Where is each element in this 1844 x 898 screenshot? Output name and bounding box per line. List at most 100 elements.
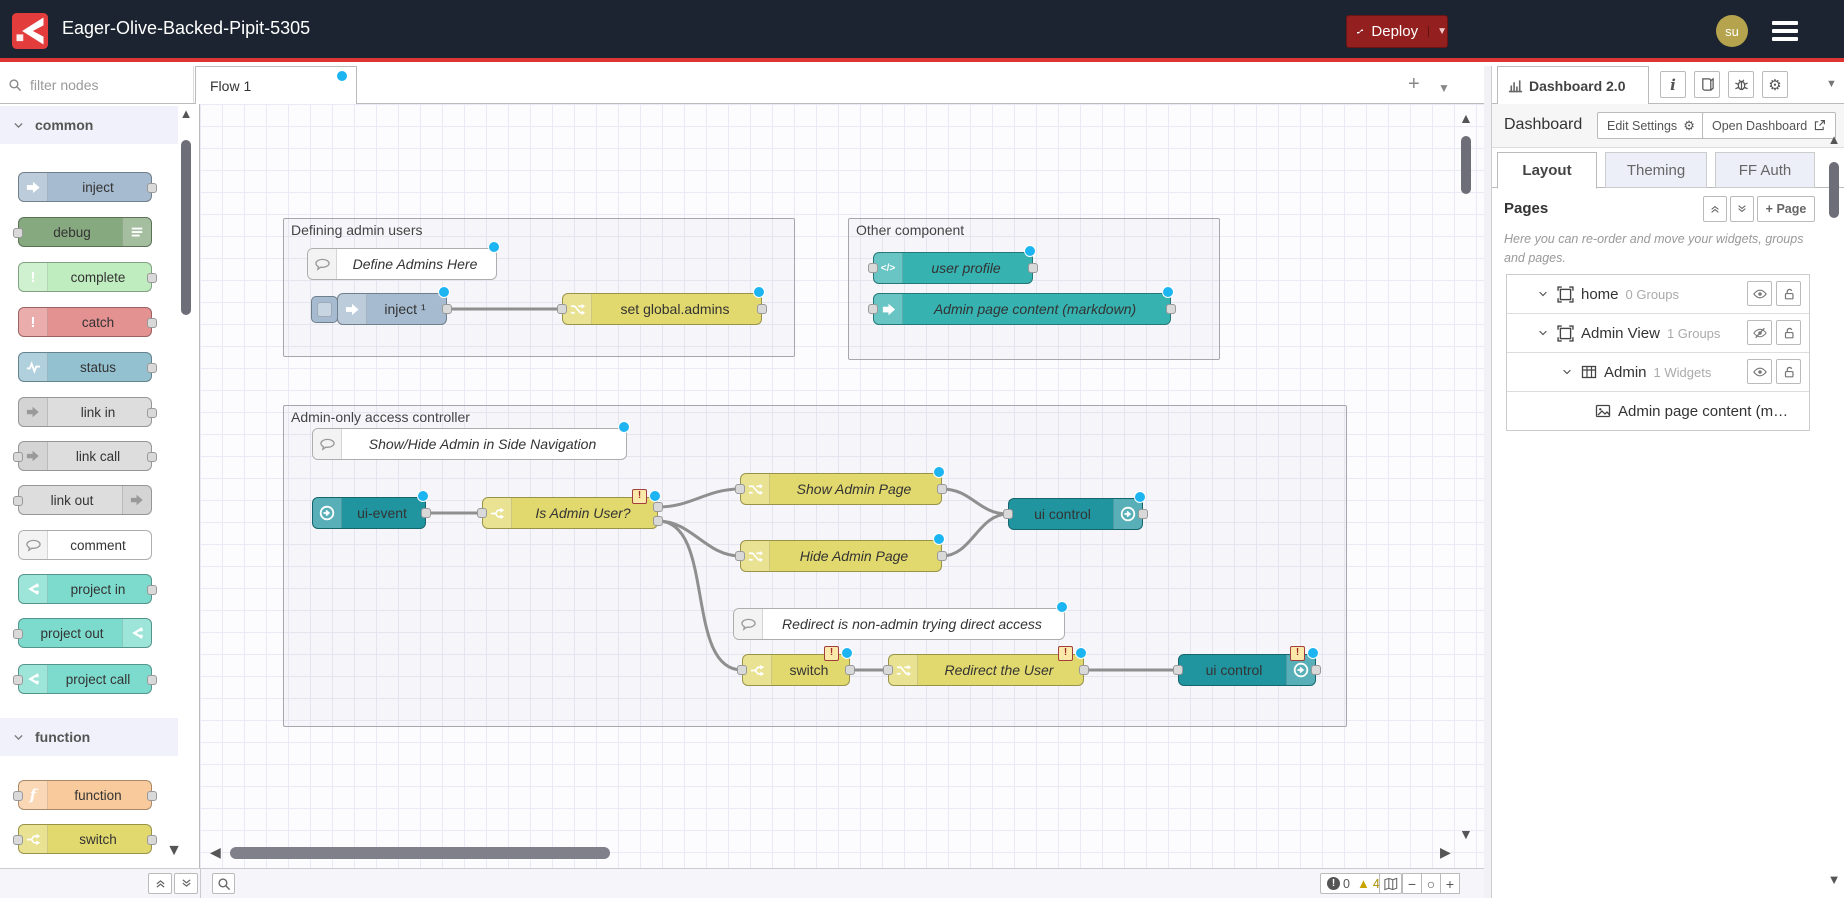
node-switch-is-admin-user[interactable]: Is Admin User? ! xyxy=(482,497,658,529)
vscroll-down-icon[interactable]: ▼ xyxy=(1459,826,1473,842)
visibility-toggle[interactable] xyxy=(1747,281,1772,306)
sidebar-scroll-thumb[interactable] xyxy=(1829,162,1839,218)
output-port[interactable] xyxy=(147,363,157,373)
scroll-up-icon[interactable]: ▲ xyxy=(1826,132,1842,147)
flow-canvas[interactable]: Defining admin users Other component Adm… xyxy=(200,104,1484,868)
input-port[interactable] xyxy=(1003,509,1013,519)
lock-toggle[interactable] xyxy=(1776,320,1801,345)
palette-node-function[interactable]: f function xyxy=(18,780,152,810)
node-ui-control-1[interactable]: ui control xyxy=(1008,498,1143,530)
palette-expand-all-button[interactable] xyxy=(174,873,198,894)
palette-node-inject[interactable]: inject xyxy=(18,172,152,202)
node-comment-redirect-non-admin[interactable]: Redirect is non-admin trying direct acce… xyxy=(733,608,1065,640)
palette-node-link-call[interactable]: link call xyxy=(18,441,152,471)
scroll-down-icon[interactable]: ▼ xyxy=(166,842,182,860)
palette-scrollbar[interactable]: ▲ ▼ xyxy=(178,104,200,868)
flow-list-caret-icon[interactable]: ▼ xyxy=(1438,76,1450,100)
add-page-button[interactable]: + Page xyxy=(1757,196,1815,222)
input-port[interactable] xyxy=(13,228,23,238)
output-port-1[interactable] xyxy=(653,502,663,512)
output-port[interactable] xyxy=(147,183,157,193)
palette-node-project-out[interactable]: project out xyxy=(18,618,152,648)
deploy-button[interactable]: Deploy ▼ xyxy=(1346,15,1448,48)
vscroll-up-icon[interactable]: ▲ xyxy=(1459,110,1473,126)
output-port[interactable] xyxy=(1166,304,1176,314)
node-ui-event[interactable]: ui-event xyxy=(312,497,426,529)
palette-category-common[interactable]: common xyxy=(0,106,178,144)
tab-flow-1[interactable]: Flow 1 xyxy=(195,66,357,104)
input-port[interactable] xyxy=(868,263,878,273)
input-port[interactable] xyxy=(13,835,23,845)
deploy-options-caret-icon[interactable]: ▼ xyxy=(1428,26,1447,37)
output-port[interactable] xyxy=(147,675,157,685)
input-port[interactable] xyxy=(13,629,23,639)
node-comment-show-hide-admin[interactable]: Show/Hide Admin in Side Navigation xyxy=(312,428,627,460)
notifications-counts[interactable]: ! 0 ▲ 4 xyxy=(1320,873,1387,894)
add-flow-button[interactable]: + xyxy=(1408,72,1420,96)
collapse-all-pages-button[interactable] xyxy=(1703,196,1727,222)
inject-trigger-button[interactable] xyxy=(311,296,338,323)
palette-node-project-in[interactable]: project in xyxy=(18,574,152,604)
node-change-hide-admin-page[interactable]: Hide Admin Page xyxy=(740,540,942,572)
minimap-button[interactable] xyxy=(1379,873,1402,894)
palette-search[interactable] xyxy=(0,66,194,103)
node-change-show-admin-page[interactable]: Show Admin Page xyxy=(740,473,942,505)
scroll-up-icon[interactable]: ▲ xyxy=(178,106,194,121)
output-port[interactable] xyxy=(147,273,157,283)
hscroll-left-icon[interactable]: ◀ xyxy=(210,844,221,861)
output-port[interactable] xyxy=(937,484,947,494)
palette-node-project-call[interactable]: project call xyxy=(18,664,152,694)
canvas-search-button[interactable] xyxy=(212,873,235,894)
palette-node-link-in[interactable]: link in xyxy=(18,397,152,427)
tree-row-admin-page-content-widget[interactable]: Admin page content (m… xyxy=(1507,392,1809,430)
expand-all-pages-button[interactable] xyxy=(1730,196,1754,222)
output-port[interactable] xyxy=(147,585,157,595)
tree-row-home[interactable]: home 0 Groups xyxy=(1507,275,1809,314)
palette-collapse-all-button[interactable] xyxy=(148,873,172,894)
main-menu-button[interactable] xyxy=(1772,21,1798,41)
canvas-hscroll-thumb[interactable] xyxy=(230,847,610,859)
output-port[interactable] xyxy=(1138,509,1148,519)
sidebar-scrollbar[interactable]: ▲ ▼ xyxy=(1826,110,1842,898)
canvas-vscroll-thumb[interactable] xyxy=(1461,136,1471,194)
zoom-reset-button[interactable]: ○ xyxy=(1421,873,1441,894)
tab-theming[interactable]: Theming xyxy=(1605,152,1707,188)
input-port[interactable] xyxy=(1173,665,1183,675)
sidebar-tabs-caret-icon[interactable]: ▼ xyxy=(1826,78,1837,90)
sidebar-splitter[interactable] xyxy=(1484,66,1492,898)
output-port[interactable] xyxy=(147,452,157,462)
output-port[interactable] xyxy=(147,791,157,801)
node-ui-control-2[interactable]: ui control ! xyxy=(1178,654,1316,686)
tree-row-admin-group[interactable]: Admin 1 Widgets xyxy=(1507,353,1809,392)
node-ui-template-user-profile[interactable]: </> user profile xyxy=(873,252,1033,284)
palette-node-debug[interactable]: debug xyxy=(18,217,152,247)
input-port[interactable] xyxy=(13,675,23,685)
output-port-2[interactable] xyxy=(653,516,663,526)
node-change-redirect-the-user[interactable]: Redirect the User ! xyxy=(888,654,1084,686)
input-port[interactable] xyxy=(557,304,567,314)
edit-settings-button[interactable]: Edit Settings ⚙ xyxy=(1597,112,1705,139)
output-port[interactable] xyxy=(147,318,157,328)
input-port[interactable] xyxy=(883,665,893,675)
tab-layout[interactable]: Layout xyxy=(1497,152,1597,189)
visibility-toggle[interactable] xyxy=(1747,320,1772,345)
output-port[interactable] xyxy=(421,508,431,518)
input-port[interactable] xyxy=(13,496,23,506)
input-port[interactable] xyxy=(868,304,878,314)
input-port[interactable] xyxy=(477,508,487,518)
output-port[interactable] xyxy=(937,551,947,561)
group-defining-admin-users[interactable]: Defining admin users xyxy=(283,218,795,357)
input-port[interactable] xyxy=(735,484,745,494)
info-tab-button[interactable]: i xyxy=(1660,71,1686,98)
debug-tab-button[interactable] xyxy=(1728,71,1754,98)
input-port[interactable] xyxy=(13,452,23,462)
input-port[interactable] xyxy=(13,791,23,801)
palette-category-function[interactable]: function xyxy=(0,718,178,756)
open-dashboard-button[interactable]: Open Dashboard xyxy=(1702,112,1836,139)
config-tab-button[interactable]: ⚙ xyxy=(1762,71,1788,98)
output-port[interactable] xyxy=(147,835,157,845)
node-switch-2[interactable]: switch ! xyxy=(742,654,850,686)
tab-dashboard-2[interactable]: Dashboard 2.0 xyxy=(1497,66,1649,104)
palette-node-status[interactable]: status xyxy=(18,352,152,382)
palette-node-catch[interactable]: ! catch xyxy=(18,307,152,337)
